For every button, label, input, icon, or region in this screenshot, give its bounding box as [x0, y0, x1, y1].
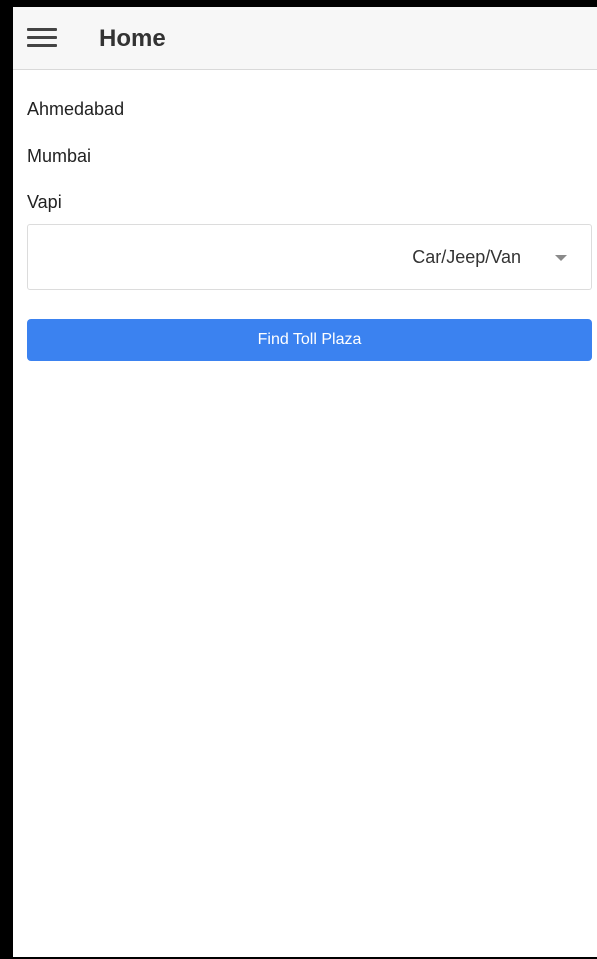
- find-toll-plaza-button[interactable]: Find Toll Plaza: [27, 319, 592, 361]
- hamburger-menu-icon[interactable]: [27, 27, 57, 49]
- menu-line: [27, 28, 57, 31]
- page-title: Home: [99, 25, 166, 52]
- vehicle-type-value: Car/Jeep/Van: [412, 247, 521, 267]
- device-screen: Home Ahmedabad Mumbai Vapi Car/Jeep/Van …: [0, 0, 597, 959]
- vehicle-type-select[interactable]: Car/Jeep/Van: [27, 224, 592, 290]
- via-location-text[interactable]: Vapi: [27, 191, 62, 213]
- menu-line: [27, 36, 57, 39]
- destination-location-text[interactable]: Mumbai: [27, 145, 91, 167]
- app-bar: Home: [13, 7, 597, 70]
- caret-down-icon: [555, 255, 567, 261]
- menu-line: [27, 44, 57, 47]
- source-location-text[interactable]: Ahmedabad: [27, 98, 124, 120]
